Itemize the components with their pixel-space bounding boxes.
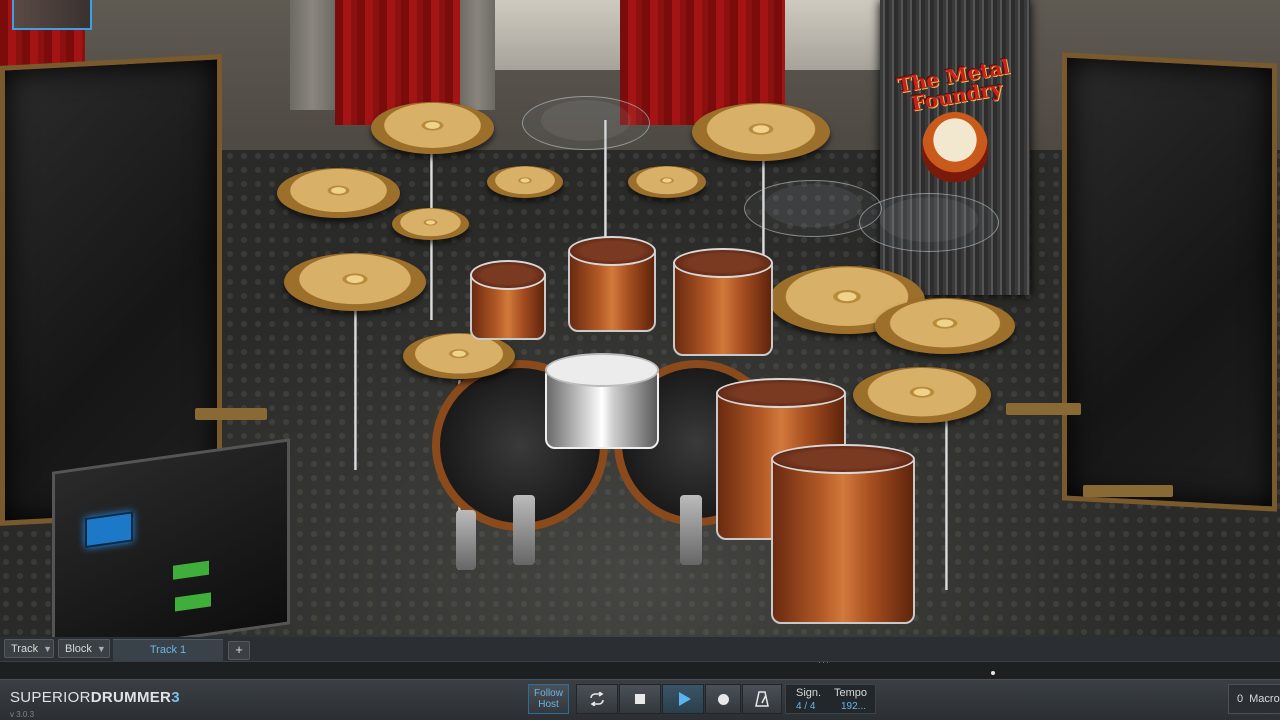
acoustic-panel-right — [1062, 52, 1277, 512]
drum-head — [568, 236, 656, 266]
stage-pillar — [460, 0, 495, 110]
cymbal-stand — [945, 420, 948, 590]
stop-button[interactable] — [619, 684, 661, 714]
floor-tom-2[interactable] — [771, 444, 915, 624]
flight-case — [52, 438, 290, 658]
follow-host-label-line1: Follow — [534, 688, 563, 699]
case-label — [173, 560, 209, 580]
tempo-value[interactable]: 192... — [841, 701, 866, 712]
splash-cymbal[interactable] — [392, 208, 469, 240]
china-cymbal[interactable] — [277, 168, 400, 218]
block-menu-label: Block — [65, 643, 92, 655]
track-menu-button[interactable]: Track ▼ — [4, 639, 54, 658]
snare-drum[interactable] — [545, 353, 659, 449]
splash-cymbal[interactable] — [487, 166, 563, 198]
logo-part2: DRUMMER — [90, 689, 172, 706]
rack-tom-2[interactable] — [568, 236, 656, 332]
macro-count: 0 — [1237, 693, 1244, 705]
drum-head — [771, 444, 915, 474]
case-label — [175, 592, 211, 612]
crash-cymbal[interactable] — [692, 103, 830, 161]
crash-cymbal[interactable] — [853, 367, 991, 423]
tab-track-1[interactable]: Track 1 — [113, 639, 223, 661]
signature-value[interactable]: 4 / 4 — [796, 701, 815, 712]
metronome-button[interactable] — [742, 684, 782, 714]
logo-number: 3 — [171, 689, 180, 706]
camera-preset-thumbnail[interactable] — [12, 0, 92, 30]
crash-cymbal[interactable] — [875, 298, 1015, 354]
kick-pedal[interactable] — [680, 495, 702, 565]
skull-logo-icon — [922, 112, 988, 182]
app-window: The Metal Foundry Track ▼ Block ▼ Track … — [0, 0, 1280, 720]
record-icon — [717, 693, 729, 705]
kick-pedal[interactable] — [513, 495, 535, 565]
panel-foot — [1083, 485, 1173, 497]
follow-host-label-line2: Host — [538, 699, 559, 710]
metal-foundry-banner: The Metal Foundry — [880, 0, 1030, 295]
splash-cymbal[interactable] — [628, 166, 706, 198]
drum-head — [673, 248, 773, 278]
track-menu-label: Track — [11, 643, 39, 655]
empty-cymbal-slot[interactable] — [859, 193, 999, 252]
signature-tempo-display[interactable]: Sign. 4 / 4 Tempo 192... — [785, 684, 876, 714]
stage-pillar — [290, 0, 335, 110]
follow-host-button[interactable]: Follow Host — [528, 684, 569, 714]
tempo-label: Tempo — [834, 687, 868, 699]
play-icon — [678, 692, 691, 706]
hihat-pedal[interactable] — [456, 510, 476, 570]
crash-cymbal[interactable] — [284, 253, 426, 311]
drum-head — [470, 260, 546, 290]
empty-cymbal-slot[interactable] — [522, 96, 650, 150]
loop-icon — [590, 692, 604, 706]
drum-module-screen — [85, 511, 133, 549]
stage-window — [785, 0, 880, 70]
stop-icon — [635, 694, 645, 704]
rack-tom-3[interactable] — [673, 248, 773, 356]
cymbal-stand — [354, 300, 357, 470]
logo-part1: SUPERIOR — [10, 689, 91, 706]
song-timeline[interactable] — [0, 661, 1280, 680]
metronome-icon — [755, 691, 769, 707]
chevron-down-icon: ▼ — [43, 644, 53, 654]
panel-foot — [195, 408, 267, 420]
banner-title: The Metal Foundry — [886, 54, 1025, 118]
drum-head — [545, 353, 659, 387]
play-button[interactable] — [662, 684, 704, 714]
macro-controls-button[interactable]: 0 Macro — [1228, 684, 1280, 714]
rack-tom-1[interactable] — [470, 260, 546, 340]
resize-grip-icon[interactable]: ··· — [818, 657, 830, 667]
chevron-down-icon: ▼ — [96, 644, 106, 654]
loop-button[interactable] — [576, 684, 618, 714]
add-track-button[interactable]: + — [228, 641, 250, 660]
drum-head — [716, 378, 846, 408]
macro-label: Macro — [1249, 693, 1280, 705]
stage-window — [495, 0, 625, 70]
playhead-marker[interactable] — [991, 671, 995, 675]
signature-label: Sign. — [796, 687, 822, 699]
block-menu-button[interactable]: Block ▼ — [58, 639, 110, 658]
crash-cymbal[interactable] — [371, 102, 494, 154]
record-button[interactable] — [705, 684, 741, 714]
version-label: v 3.0.3 — [10, 710, 35, 719]
app-logo: SUPERIORDRUMMER3 — [10, 689, 180, 706]
panel-foot — [1006, 403, 1081, 415]
